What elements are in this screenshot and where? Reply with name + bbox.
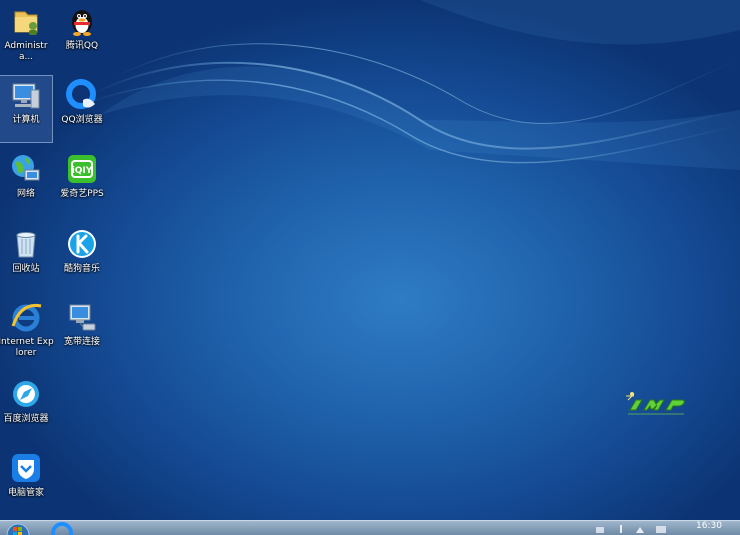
desktop-icon-iqiyi[interactable]: iQIY 爱奇艺PPS bbox=[56, 150, 108, 216]
desktop-icon-internet-explorer[interactable]: Internet Explorer bbox=[0, 298, 54, 364]
desktop-icon-recycle-bin[interactable]: 回收站 bbox=[0, 225, 52, 291]
pc-manager-icon bbox=[12, 454, 40, 482]
wallpaper-waves bbox=[79, 0, 740, 170]
icon-label: 百度浏览器 bbox=[3, 414, 49, 424]
system-tray[interactable] bbox=[590, 521, 680, 535]
desktop-icon-kugou[interactable]: 酷狗音乐 bbox=[56, 225, 108, 291]
icon-label: QQ浏览器 bbox=[61, 115, 103, 125]
icon-label: Internet Explorer bbox=[0, 337, 54, 358]
qq-penguin-icon bbox=[72, 10, 92, 36]
icon-label: 腾讯QQ bbox=[65, 41, 99, 51]
svg-text:iQIY: iQIY bbox=[72, 166, 93, 176]
baidu-browser-icon bbox=[13, 381, 39, 407]
desktop-icon-network[interactable]: 网络 bbox=[0, 150, 52, 216]
kugou-icon bbox=[68, 230, 96, 258]
desktop[interactable]: Administra... 计算机 网络 回收站 Internet Explor… bbox=[0, 0, 740, 520]
desktop-icon-computer[interactable]: 计算机 bbox=[0, 75, 53, 143]
icon-label: 网络 bbox=[16, 189, 35, 199]
taskbar-clock[interactable]: 16:30 bbox=[684, 521, 734, 535]
qq-browser-icon bbox=[66, 79, 96, 109]
icon-label: 宽带连接 bbox=[63, 337, 100, 347]
desktop-icon-qq-browser[interactable]: QQ浏览器 bbox=[56, 76, 108, 142]
broadband-icon bbox=[69, 304, 96, 331]
wallpaper-logo bbox=[626, 392, 685, 415]
icon-label: Administra... bbox=[4, 41, 48, 62]
icon-label: 回收站 bbox=[12, 264, 40, 274]
taskbar-pinned-browser-icon[interactable] bbox=[50, 521, 74, 535]
desktop-icon-baidu-browser[interactable]: 百度浏览器 bbox=[0, 375, 52, 441]
start-button[interactable] bbox=[4, 521, 32, 535]
icon-label: 电脑管家 bbox=[7, 488, 44, 498]
computer-icon bbox=[12, 83, 40, 109]
icon-label: 爱奇艺PPS bbox=[60, 189, 104, 199]
user-folder-icon bbox=[14, 11, 38, 35]
desktop-icon-pc-manager[interactable]: 电脑管家 bbox=[0, 449, 52, 515]
recycle-bin-icon bbox=[16, 232, 36, 258]
desktop-icon-administrator[interactable]: Administra... bbox=[0, 2, 52, 68]
network-icon bbox=[12, 155, 40, 181]
desktop-icon-qq[interactable]: 腾讯QQ bbox=[56, 2, 108, 68]
iqiyi-icon: iQIY bbox=[68, 155, 96, 183]
taskbar: 16:30 bbox=[0, 520, 740, 535]
icon-label: 酷狗音乐 bbox=[63, 264, 100, 274]
desktop-icon-broadband[interactable]: 宽带连接 bbox=[56, 298, 108, 364]
icon-label: 计算机 bbox=[12, 115, 40, 125]
ie-icon bbox=[11, 303, 42, 332]
